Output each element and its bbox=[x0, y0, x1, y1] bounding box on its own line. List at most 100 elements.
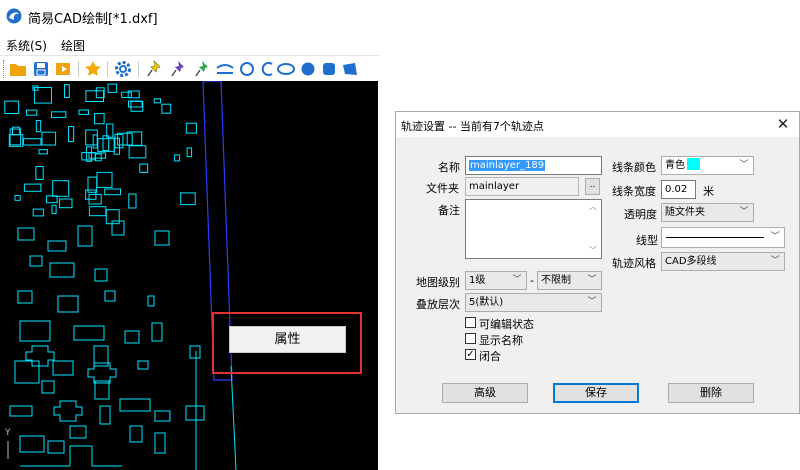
track-style-value: CAD多段线 bbox=[665, 256, 717, 267]
cad-outline bbox=[64, 84, 70, 98]
cad-outline bbox=[81, 152, 96, 161]
drawing-canvas[interactable]: Y bbox=[0, 81, 378, 470]
export-icon[interactable] bbox=[54, 59, 74, 79]
cad-outline bbox=[23, 183, 42, 192]
cad-outline bbox=[17, 227, 35, 241]
open-folder-icon[interactable] bbox=[8, 59, 28, 79]
note-textarea[interactable]: ︿ ﹀ bbox=[465, 199, 602, 259]
circle-tool-icon[interactable] bbox=[237, 59, 257, 79]
cad-outline bbox=[19, 320, 51, 342]
cad-outline bbox=[129, 425, 143, 443]
rounded-rect-tool-icon[interactable] bbox=[319, 59, 339, 79]
cad-outline bbox=[77, 225, 93, 247]
cad-outline bbox=[153, 98, 161, 104]
cad-outline bbox=[102, 135, 110, 152]
delete-button[interactable]: 删除 bbox=[668, 383, 754, 403]
menu-bar: 系统(S) 绘图 bbox=[0, 33, 390, 55]
dialog-title: 轨迹设置 -- 当前有7个轨迹点 bbox=[401, 120, 544, 133]
cad-outline bbox=[94, 380, 110, 400]
cad-outline bbox=[189, 345, 201, 359]
editable-label: 可编辑状态 bbox=[479, 318, 534, 331]
cad-outline bbox=[4, 100, 20, 114]
menu-system[interactable]: 系统(S) bbox=[6, 37, 47, 54]
cad-outline bbox=[161, 103, 172, 114]
cad-outline bbox=[128, 193, 137, 209]
stack-order-label: 叠放层次 bbox=[416, 298, 460, 311]
cad-outline bbox=[111, 220, 125, 236]
cad-outline bbox=[17, 290, 33, 304]
cad-outline bbox=[78, 109, 89, 115]
app-logo-icon bbox=[6, 8, 22, 24]
settings-gear-icon[interactable] bbox=[113, 59, 133, 79]
opacity-select[interactable]: 随文件夹 ﹀ bbox=[661, 203, 754, 222]
pin-yellow-icon[interactable] bbox=[145, 59, 165, 79]
chevron-down-icon: ﹀ bbox=[512, 275, 522, 285]
map-level-from-select[interactable]: 1级 ﹀ bbox=[465, 271, 527, 290]
line-type-select[interactable]: ﹀ bbox=[661, 227, 785, 248]
filled-circle-tool-icon[interactable] bbox=[298, 59, 318, 79]
cad-outline bbox=[104, 290, 116, 302]
cad-outline bbox=[35, 166, 44, 180]
toolbar-grip bbox=[3, 60, 5, 78]
cad-outline bbox=[46, 195, 58, 204]
menu-draw[interactable]: 绘图 bbox=[61, 37, 85, 54]
cad-outline bbox=[20, 445, 122, 467]
chevron-down-icon: ﹀ bbox=[587, 297, 597, 307]
pin-purple-icon[interactable] bbox=[169, 59, 189, 79]
line-color-value: 青色 bbox=[665, 160, 685, 171]
cad-outline bbox=[185, 122, 197, 134]
cad-outline bbox=[126, 131, 143, 146]
cad-outline bbox=[96, 171, 113, 188]
cad-outline bbox=[186, 147, 193, 158]
cad-outline bbox=[130, 101, 144, 112]
cad-outline bbox=[12, 126, 21, 136]
line-color-select[interactable]: 青色 ﹀ bbox=[661, 156, 754, 175]
cad-outline bbox=[154, 432, 166, 454]
show-name-checkbox[interactable] bbox=[465, 333, 476, 344]
line-width-input[interactable]: 0.02 bbox=[661, 180, 696, 199]
cad-outline bbox=[88, 206, 107, 217]
pin-green-icon[interactable] bbox=[193, 59, 213, 79]
track-style-label: 轨迹风格 bbox=[612, 257, 656, 270]
dialog-body: 名称 mainlayer_189 文件夹 mainlayer .. 备注 ︿ ﹀… bbox=[396, 137, 799, 415]
cad-outline bbox=[94, 268, 108, 282]
cad-outline bbox=[104, 188, 121, 196]
browse-folder-button[interactable]: .. bbox=[585, 178, 600, 195]
scroll-up-icon[interactable]: ︿ bbox=[587, 201, 599, 213]
line-type-sample-line bbox=[666, 237, 764, 238]
cad-outline bbox=[29, 255, 43, 267]
cad-outline bbox=[68, 126, 75, 143]
arc-open-tool-icon[interactable] bbox=[257, 59, 277, 79]
scroll-down-icon[interactable]: ﹀ bbox=[587, 245, 599, 257]
arc-tool-icon[interactable] bbox=[215, 59, 235, 79]
name-input[interactable]: mainlayer_189 bbox=[465, 156, 602, 175]
close-icon[interactable]: ✕ bbox=[773, 114, 793, 134]
polygon-tool-icon[interactable] bbox=[340, 59, 360, 79]
track-style-select[interactable]: CAD多段线 ﹀ bbox=[661, 252, 785, 271]
toolbar-divider bbox=[78, 61, 79, 77]
save-button[interactable]: 保存 bbox=[553, 383, 639, 403]
closed-checkbox[interactable]: ✓ bbox=[465, 349, 476, 360]
map-level-to-select[interactable]: 不限制 ﹀ bbox=[537, 271, 602, 290]
editable-checkbox[interactable] bbox=[465, 317, 476, 328]
cad-outline bbox=[85, 129, 98, 146]
save-icon[interactable] bbox=[31, 59, 51, 79]
context-menu-properties[interactable]: 属性 bbox=[229, 326, 346, 353]
cad-outline bbox=[128, 145, 147, 159]
window-titlebar: 简易CAD绘制[*1.dxf] bbox=[0, 0, 800, 33]
cad-outline bbox=[26, 109, 38, 116]
name-value: mainlayer_189 bbox=[469, 160, 546, 171]
chevron-down-icon: ﹀ bbox=[770, 256, 780, 266]
line-type-label: 线型 bbox=[636, 234, 658, 247]
advanced-button[interactable]: 高级 bbox=[442, 383, 528, 403]
cad-outline bbox=[47, 240, 67, 252]
stack-order-select[interactable]: 5(默认) ﹀ bbox=[465, 293, 602, 312]
cad-outline bbox=[47, 440, 65, 454]
cad-outline bbox=[119, 398, 151, 412]
cad-outline bbox=[52, 180, 70, 197]
favorite-star-icon[interactable] bbox=[83, 59, 103, 79]
ellipse-tool-icon[interactable] bbox=[276, 59, 296, 79]
cad-outline bbox=[14, 360, 40, 384]
cad-outline bbox=[147, 295, 155, 307]
note-label: 备注 bbox=[438, 204, 460, 217]
